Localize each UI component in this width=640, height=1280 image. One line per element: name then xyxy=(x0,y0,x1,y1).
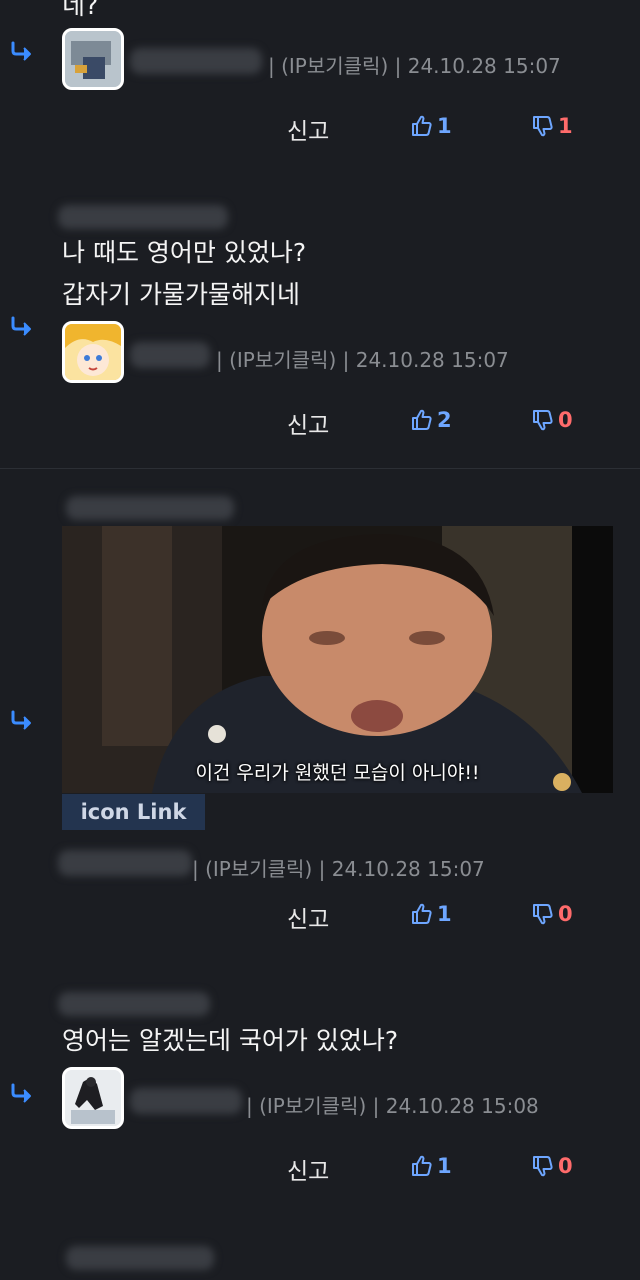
upvote-count: 1 xyxy=(437,114,452,138)
username-redacted[interactable] xyxy=(58,850,192,876)
downvote-count: 0 xyxy=(558,408,573,432)
upvote-count: 1 xyxy=(437,1154,452,1178)
thumbs-up-icon xyxy=(410,902,434,926)
upvote-count: 1 xyxy=(437,902,452,926)
comment-text-line: 나 때도 영어만 있었나? xyxy=(62,238,307,267)
video-embed[interactable]: 이건 우리가 원했던 모습이 아니야!! xyxy=(62,526,613,793)
downvote-button[interactable]: 1 xyxy=(531,114,573,138)
username-redacted[interactable] xyxy=(58,205,228,229)
username-redacted[interactable] xyxy=(130,1088,242,1114)
downvote-button[interactable]: 0 xyxy=(531,1154,573,1178)
thumbs-up-icon xyxy=(410,1154,434,1178)
upvote-button[interactable]: 2 xyxy=(410,408,452,432)
downvote-button[interactable]: 0 xyxy=(531,408,573,432)
reply-arrow-icon xyxy=(10,710,36,730)
report-button[interactable]: 신고 xyxy=(287,900,329,934)
report-button[interactable]: 신고 xyxy=(287,406,329,440)
comment-text-cut: 네? xyxy=(62,0,99,20)
thumbs-down-icon xyxy=(531,408,555,432)
video-frame xyxy=(62,526,613,793)
upvote-button[interactable]: 1 xyxy=(410,1154,452,1178)
comment-text-line: 영어는 알겠는데 국어가 있었나? xyxy=(62,1026,399,1055)
comment-meta: | (IP보기클릭) | 24.10.28 15:08 xyxy=(246,1094,539,1118)
username-redacted[interactable] xyxy=(66,1246,214,1270)
icon-link-button[interactable]: icon Link xyxy=(62,794,205,830)
reply-arrow-icon xyxy=(10,1083,36,1103)
thumbs-up-icon xyxy=(410,114,434,138)
reply-arrow-icon xyxy=(10,41,36,61)
avatar[interactable] xyxy=(62,321,124,383)
upvote-button[interactable]: 1 xyxy=(410,902,452,926)
divider xyxy=(0,468,640,469)
video-subtitle: 이건 우리가 원했던 모습이 아니야!! xyxy=(195,762,480,784)
comment-meta: | (IP보기클릭) | 24.10.28 15:07 xyxy=(192,857,485,881)
downvote-button[interactable]: 0 xyxy=(531,902,573,926)
username-redacted[interactable] xyxy=(58,992,210,1016)
report-button[interactable]: 신고 xyxy=(287,1152,329,1186)
comment-list: 네? | (IP보기클릭) | 24.10.28 15:07 신고 1 1 나 … xyxy=(0,0,640,1280)
thumbs-down-icon xyxy=(531,114,555,138)
avatar[interactable] xyxy=(62,28,124,90)
downvote-count: 1 xyxy=(558,114,573,138)
thumbs-down-icon xyxy=(531,1154,555,1178)
upvote-count: 2 xyxy=(437,408,452,432)
thumbs-up-icon xyxy=(410,408,434,432)
comment-text-line: 갑자기 가물가물해지네 xyxy=(62,280,300,309)
upvote-button[interactable]: 1 xyxy=(410,114,452,138)
comment-meta: | (IP보기클릭) | 24.10.28 15:07 xyxy=(268,54,561,78)
downvote-count: 0 xyxy=(558,902,573,926)
downvote-count: 0 xyxy=(558,1154,573,1178)
username-redacted[interactable] xyxy=(130,342,210,368)
username-redacted[interactable] xyxy=(66,496,234,520)
comment-meta: | (IP보기클릭) | 24.10.28 15:07 xyxy=(216,348,509,372)
username-redacted[interactable] xyxy=(130,48,262,74)
reply-arrow-icon xyxy=(10,316,36,336)
thumbs-down-icon xyxy=(531,902,555,926)
avatar[interactable] xyxy=(62,1067,124,1129)
report-button[interactable]: 신고 xyxy=(287,112,329,146)
